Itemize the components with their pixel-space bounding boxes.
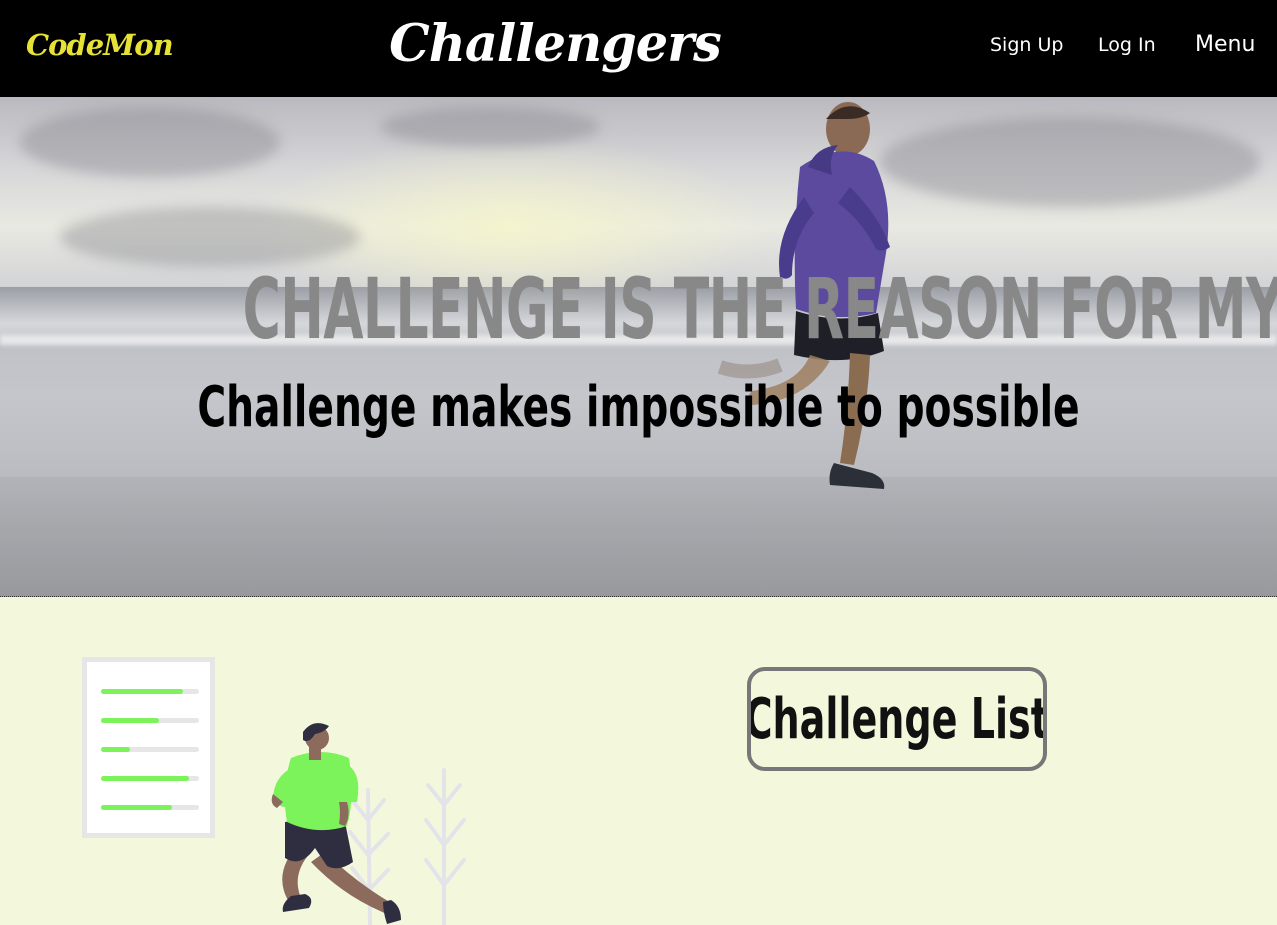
cloud xyxy=(20,107,280,177)
progress-fill xyxy=(101,747,131,752)
cloud xyxy=(380,107,600,147)
cloud xyxy=(60,207,360,267)
progress-fill xyxy=(101,805,172,810)
challenge-list-button[interactable]: Challenge List xyxy=(747,667,1047,771)
hero-divider xyxy=(0,596,1277,597)
hero-headline: CHALLENGE IS THE REASON FOR MY LIFE xyxy=(242,260,1277,358)
progress-fill xyxy=(101,776,190,781)
hero-banner: CHALLENGE IS THE REASON FOR MY LIFE Chal… xyxy=(0,97,1277,597)
progress-bar-5 xyxy=(101,805,199,810)
hero-subline: Challenge makes impossible to possible xyxy=(197,375,1080,440)
progress-bar-1 xyxy=(101,689,199,694)
site-title[interactable]: Challengers xyxy=(0,14,1110,74)
sign-up-link[interactable]: Sign Up xyxy=(990,34,1063,56)
progress-bar-4 xyxy=(101,776,199,781)
checklist-illustration xyxy=(82,657,215,838)
challenge-list-label: Challenge List xyxy=(747,686,1047,752)
progress-fill xyxy=(101,718,159,723)
progress-fill xyxy=(101,689,184,694)
log-in-link[interactable]: Log In xyxy=(1098,34,1156,56)
progress-bar-3 xyxy=(101,747,199,752)
menu-button[interactable]: Menu xyxy=(1195,32,1255,57)
wet-sand xyxy=(0,477,1277,597)
running-person-illustration xyxy=(271,723,401,924)
top-navigation-bar: CodeMon Challengers Sign Up Log In Menu xyxy=(0,0,1277,97)
progress-bar-2 xyxy=(101,718,199,723)
